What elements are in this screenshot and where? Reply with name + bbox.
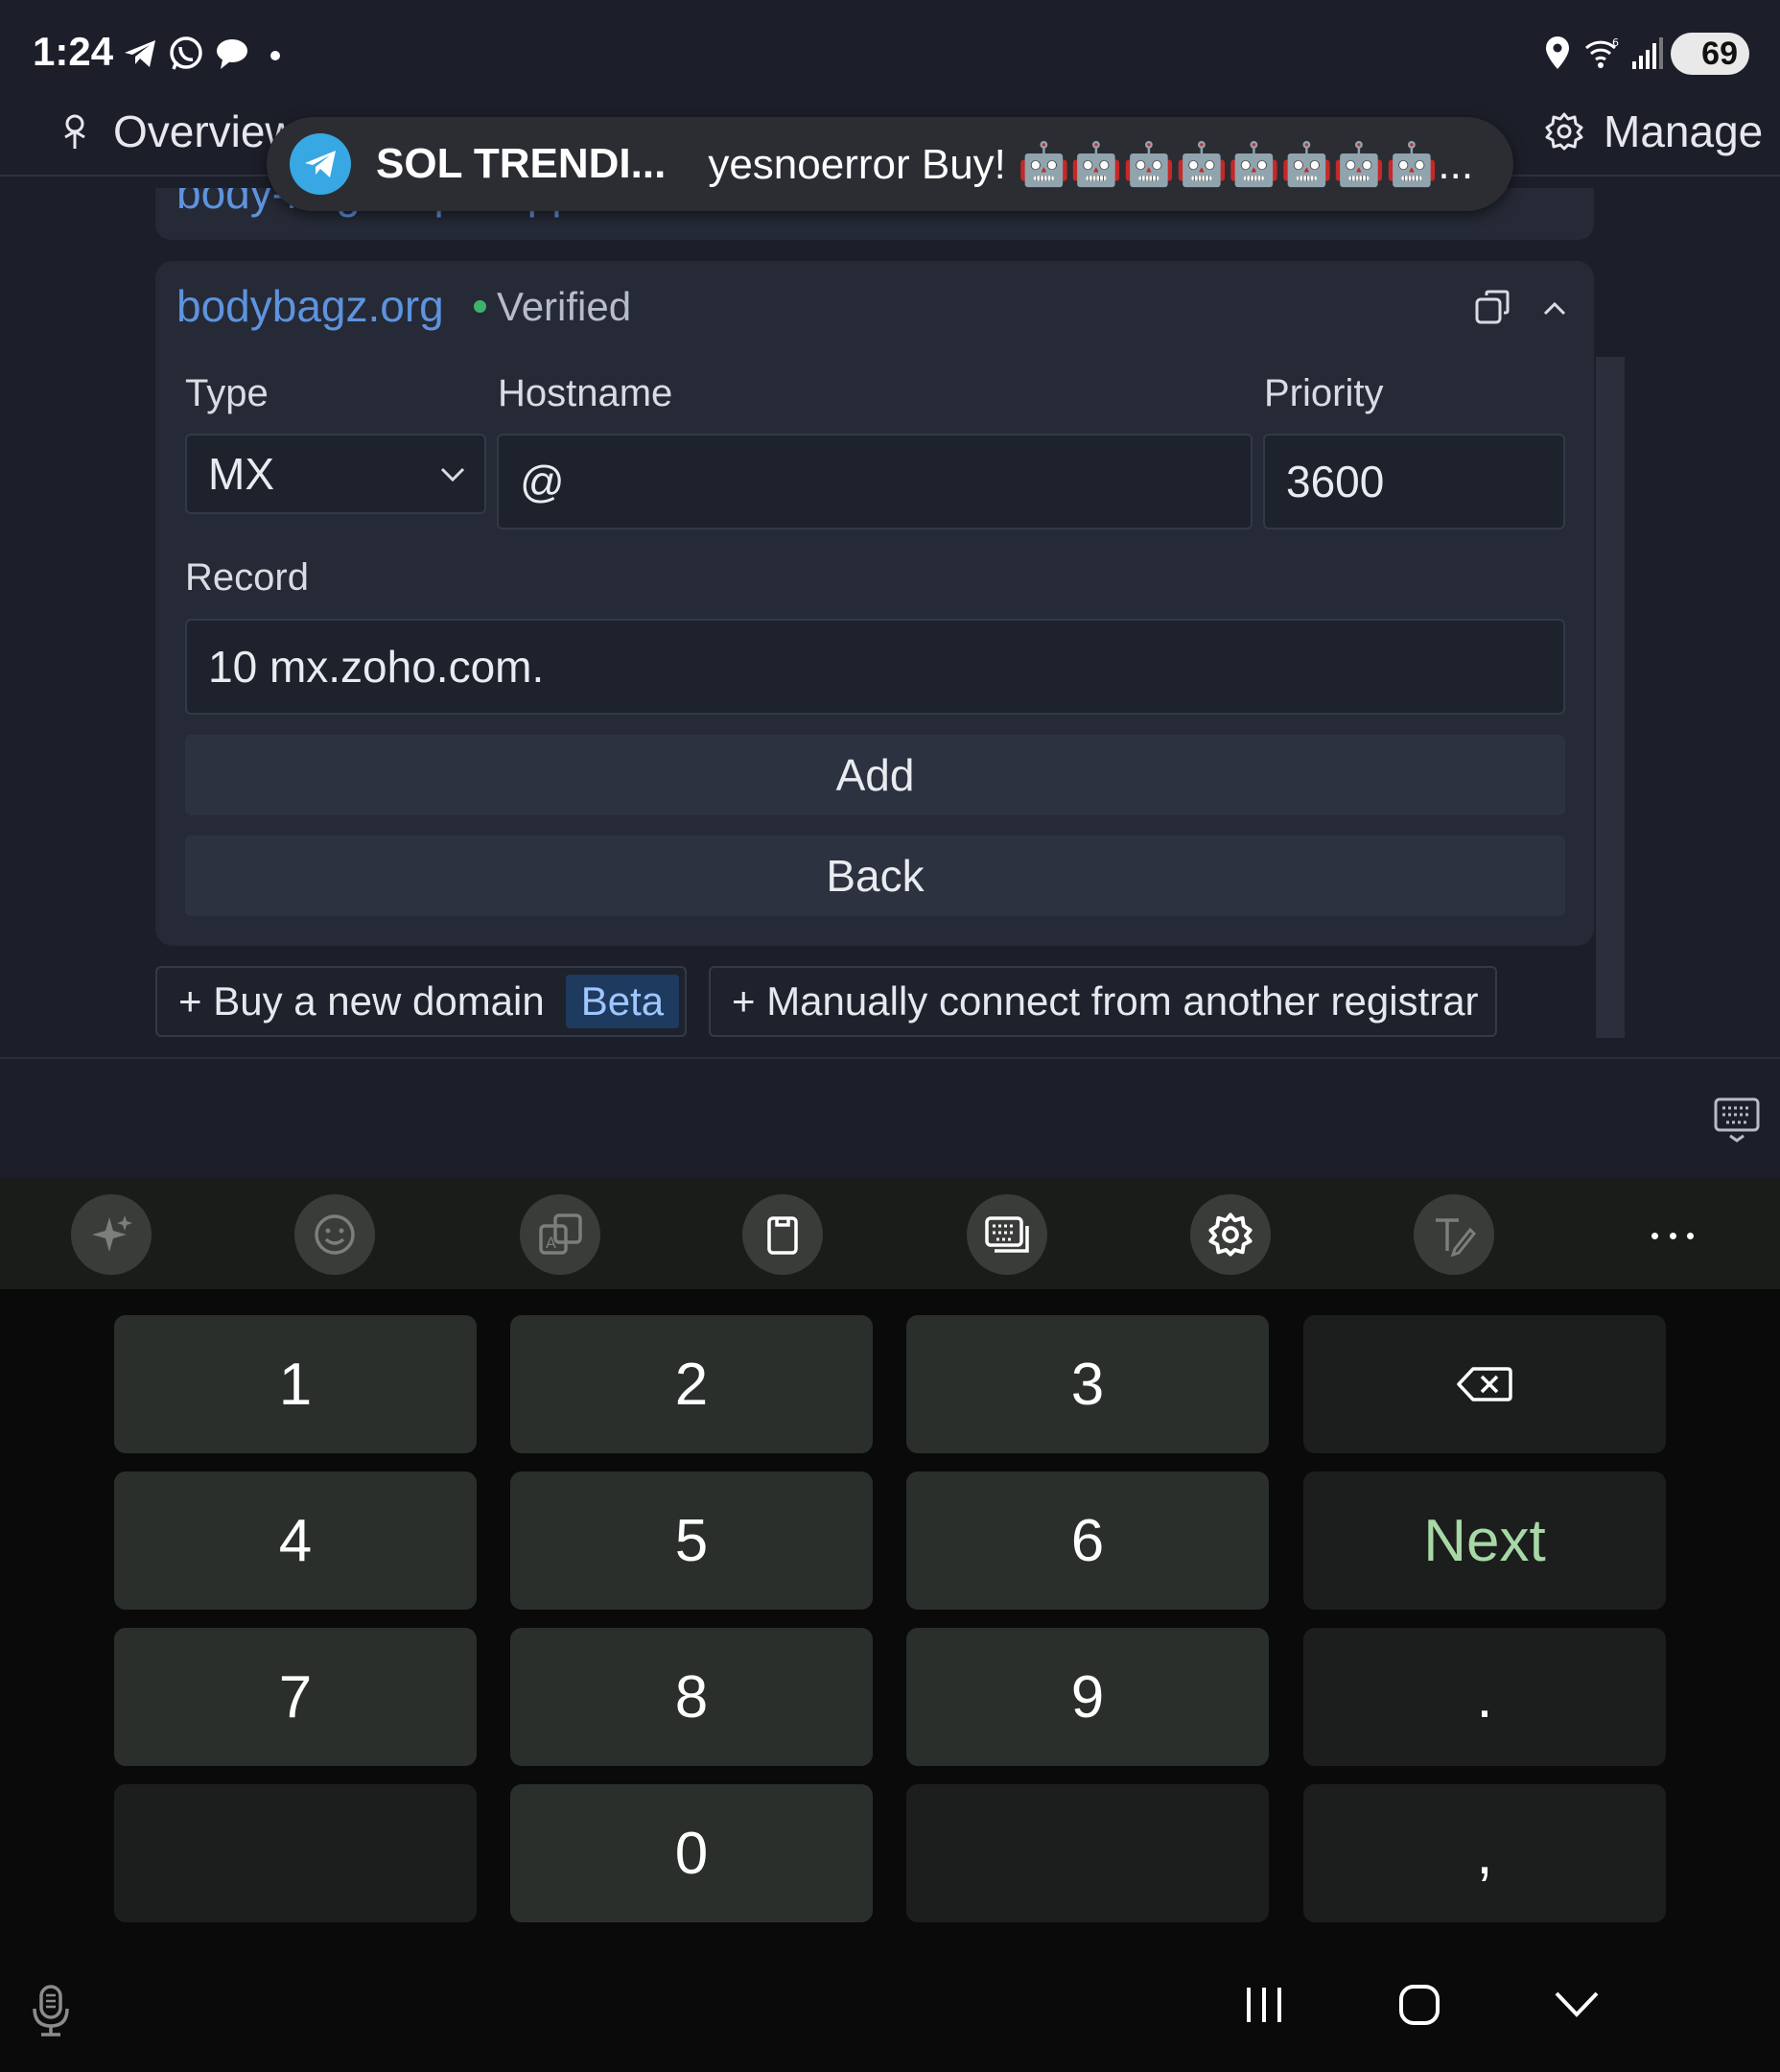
- deployments-icon: [64, 114, 85, 149]
- record-input[interactable]: 10 mx.zoho.com.: [185, 619, 1565, 715]
- more-notifications-dot: [270, 51, 280, 60]
- gear-icon: [1545, 112, 1583, 151]
- toast-message: yesnoerror Buy! 🤖🤖🤖🤖🤖🤖🤖🤖...: [708, 141, 1474, 188]
- more-icon[interactable]: [1651, 1216, 1694, 1255]
- translate-icon[interactable]: A: [520, 1194, 600, 1275]
- clock: 1:24: [33, 29, 114, 74]
- keyboard-toolbar: [0, 1178, 1780, 1289]
- priority-input-value: 3600: [1286, 457, 1385, 506]
- toast-title: SOL TRENDI...: [376, 140, 667, 187]
- buy-domain-button[interactable]: + Buy a new domain Beta: [155, 966, 687, 1037]
- record-label: Record: [185, 556, 309, 599]
- key-0[interactable]: 0: [510, 1784, 873, 1922]
- svg-text:6: 6: [1612, 36, 1619, 49]
- divider: [0, 1057, 1780, 1059]
- type-select-value: MX: [208, 449, 274, 499]
- chevron-up-icon[interactable]: [1534, 294, 1575, 322]
- blank-key-right: [906, 1784, 1269, 1922]
- message-notification-icon: [217, 39, 247, 69]
- scrollbar[interactable]: [1596, 357, 1625, 1038]
- clipboard-icon[interactable]: [742, 1194, 823, 1275]
- buy-domain-label: + Buy a new domain: [178, 978, 545, 1024]
- key-9[interactable]: 9: [906, 1628, 1269, 1766]
- type-select[interactable]: MX: [185, 434, 486, 514]
- recent-apps-icon[interactable]: [1243, 1984, 1285, 2026]
- key-7[interactable]: 7: [114, 1628, 477, 1766]
- keyboard-mode-icon[interactable]: [967, 1194, 1047, 1275]
- status-bar: [0, 0, 1780, 106]
- key-8[interactable]: 8: [510, 1628, 873, 1766]
- domain-name[interactable]: bodybagz.org: [176, 280, 444, 332]
- telegram-notification-icon: [125, 40, 155, 67]
- priority-label: Priority: [1264, 372, 1384, 414]
- connect-registrar-label: + Manually connect from another registra…: [732, 978, 1479, 1024]
- backspace-key[interactable]: [1303, 1315, 1666, 1453]
- key-4[interactable]: 4: [114, 1472, 477, 1610]
- key-1[interactable]: 1: [114, 1315, 477, 1453]
- type-label: Type: [185, 372, 269, 414]
- settings-icon[interactable]: [1190, 1194, 1271, 1275]
- nav-manage-label: Manage: [1604, 106, 1764, 156]
- signal-icon: [1632, 37, 1663, 69]
- key-3[interactable]: 3: [906, 1315, 1269, 1453]
- period-key[interactable]: .: [1303, 1628, 1666, 1766]
- emoji-icon[interactable]: [294, 1194, 375, 1275]
- location-icon: [1546, 36, 1569, 69]
- verified-status-dot: [474, 300, 486, 313]
- home-icon[interactable]: [1398, 1984, 1440, 2026]
- beta-badge: Beta: [565, 975, 680, 1028]
- microphone-icon[interactable]: [29, 1984, 73, 2037]
- hostname-label: Hostname: [498, 372, 673, 414]
- hostname-input-value: @: [520, 457, 565, 506]
- blank-key-left: [114, 1784, 477, 1922]
- handwriting-icon[interactable]: [1414, 1194, 1494, 1275]
- priority-input[interactable]: 3600: [1263, 434, 1565, 530]
- key-5[interactable]: 5: [510, 1472, 873, 1610]
- battery-level: 69: [1701, 35, 1738, 72]
- nav-manage[interactable]: Manage: [1544, 106, 1763, 157]
- add-button[interactable]: Add: [185, 735, 1565, 815]
- backspace-icon: [1457, 1367, 1512, 1401]
- connect-registrar-button[interactable]: + Manually connect from another registra…: [709, 966, 1497, 1037]
- verified-status: Verified: [497, 284, 632, 329]
- whatsapp-notification-icon: [170, 36, 202, 70]
- key-6[interactable]: 6: [906, 1472, 1269, 1610]
- next-key[interactable]: Next: [1303, 1472, 1666, 1610]
- telegram-logo-icon: [290, 133, 351, 195]
- chevron-down-icon: [440, 467, 465, 483]
- keyboard-toggle-icon[interactable]: [1713, 1095, 1761, 1143]
- key-2[interactable]: 2: [510, 1315, 873, 1453]
- notification-toast[interactable]: SOL TRENDI... yesnoerror Buy! 🤖🤖🤖🤖🤖🤖🤖🤖..…: [267, 117, 1513, 211]
- wifi-icon: 6: [1584, 36, 1619, 68]
- hostname-input[interactable]: @: [497, 434, 1253, 530]
- svg-text:A: A: [546, 1234, 556, 1252]
- nav-overview[interactable]: Overview: [56, 106, 297, 157]
- ai-sparkle-icon[interactable]: [71, 1194, 152, 1275]
- chevron-down-icon[interactable]: [1554, 1984, 1600, 2026]
- back-button[interactable]: Back: [185, 836, 1565, 916]
- record-input-value: 10 mx.zoho.com.: [208, 642, 545, 692]
- copy-icon[interactable]: [1473, 288, 1513, 328]
- comma-key[interactable]: ,: [1303, 1784, 1666, 1922]
- battery-indicator: 69: [1671, 33, 1749, 75]
